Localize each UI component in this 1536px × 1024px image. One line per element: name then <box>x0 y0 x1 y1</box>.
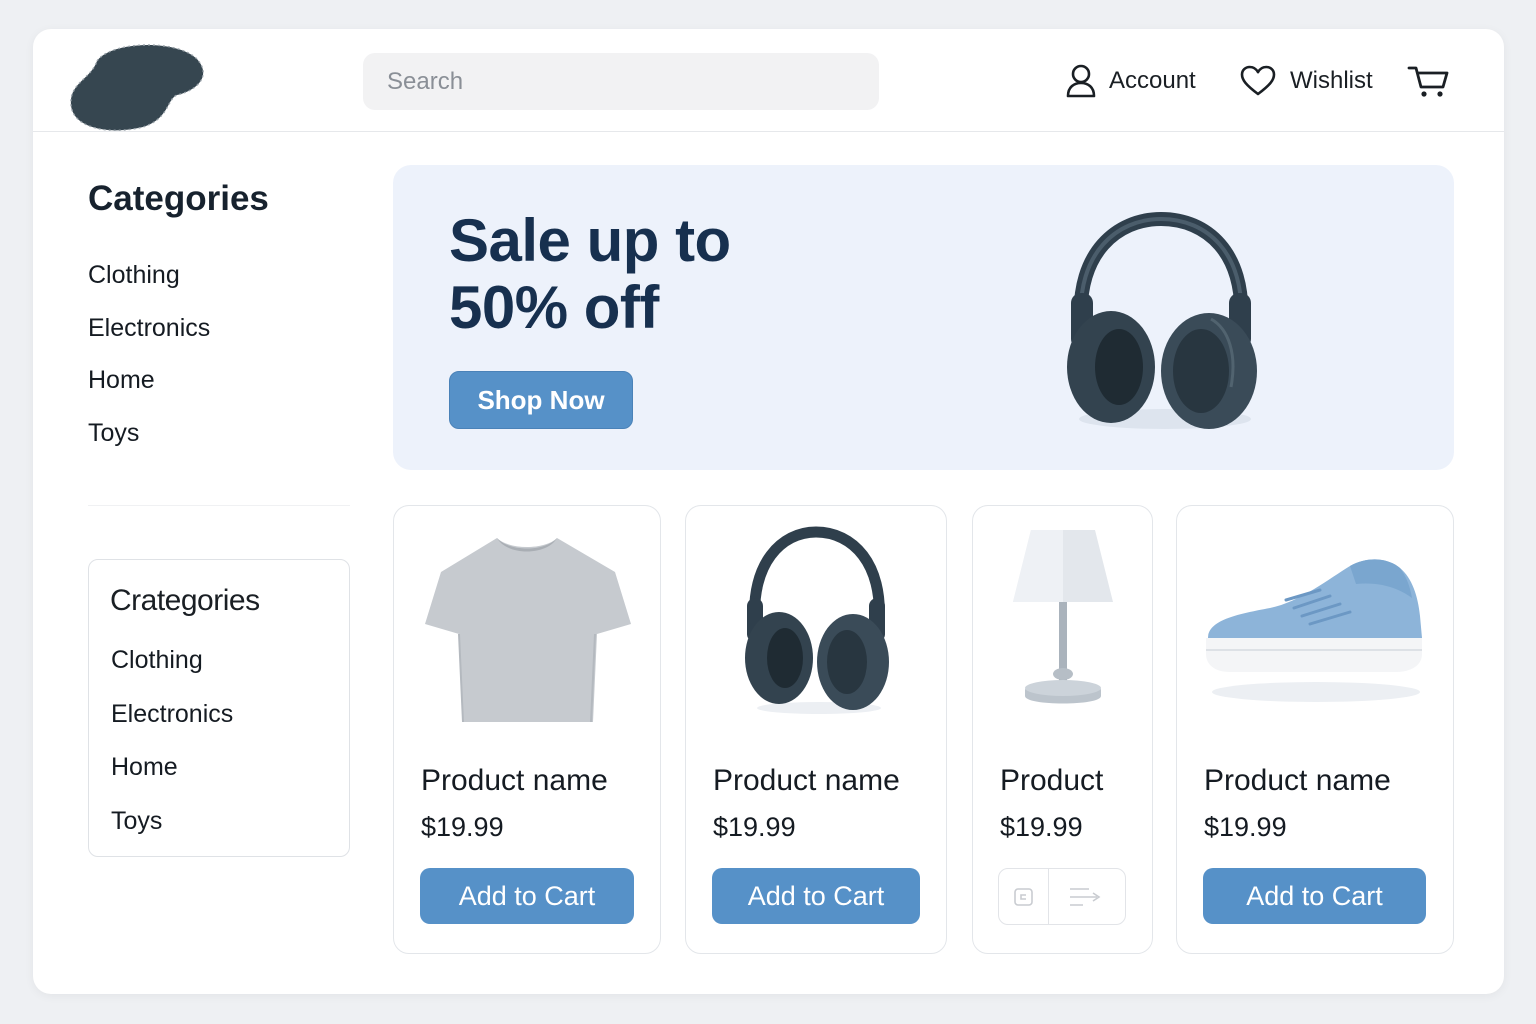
cart-icon <box>1407 66 1449 97</box>
product-name[interactable]: Product name <box>421 764 608 798</box>
product-image <box>973 526 1152 736</box>
product-name[interactable]: Product name <box>713 764 900 798</box>
banner-title: Sale up to 50% off <box>449 207 869 341</box>
app-window: Account Wishlist Categories Clothing Ele… <box>33 29 1504 994</box>
add-to-cart-button[interactable]: Add to Cart <box>712 868 920 924</box>
product-price: $19.99 <box>1204 812 1287 842</box>
logo-icon[interactable] <box>67 39 207 131</box>
wishlist-link[interactable]: Wishlist <box>1240 61 1373 101</box>
user-icon <box>1066 64 1096 98</box>
account-link[interactable]: Account <box>1065 61 1196 101</box>
account-label: Account <box>1109 67 1196 94</box>
card-category-item-electronics[interactable]: Electronics <box>111 694 233 748</box>
product-price: $19.99 <box>421 812 504 842</box>
banner-title-line2: 50% off <box>449 274 659 341</box>
categories-card-heading: Crategories <box>110 584 260 617</box>
heart-icon <box>1240 65 1276 96</box>
search-input[interactable] <box>363 53 879 110</box>
product-name[interactable]: Product name <box>1204 764 1391 798</box>
shop-now-button[interactable]: Shop Now <box>449 371 633 429</box>
product-image <box>686 526 946 736</box>
card-category-item-home[interactable]: Home <box>111 747 233 801</box>
product-price: $19.99 <box>713 812 796 842</box>
headphones-icon <box>745 526 889 714</box>
product-price: $19.99 <box>1000 812 1083 842</box>
promo-banner: Sale up to 50% off Shop Now <box>393 165 1454 470</box>
sneaker-icon <box>1206 559 1422 702</box>
headphones-icon <box>1067 211 1257 429</box>
add-to-cart-button[interactable]: Add to Cart <box>1203 868 1426 924</box>
site-header: Account Wishlist <box>33 29 1504 132</box>
product-image <box>394 526 660 736</box>
tshirt-icon <box>425 538 631 723</box>
add-to-cart-button[interactable]: Add to Cart <box>420 868 634 924</box>
move-to-list-icon[interactable] <box>1049 869 1125 924</box>
cart-button[interactable] <box>1407 61 1451 101</box>
categories-heading: Categories <box>88 179 269 218</box>
lamp-icon <box>1012 530 1113 704</box>
product-card[interactable]: Product $19.99 <box>972 505 1153 954</box>
product-name[interactable]: Product <box>1000 764 1103 798</box>
banner-title-line1: Sale up to <box>449 207 731 274</box>
cart-control-placeholder[interactable] <box>998 868 1126 925</box>
product-image <box>1177 526 1453 736</box>
card-category-item-clothing[interactable]: Clothing <box>111 640 233 694</box>
category-item-toys[interactable]: Toys <box>88 413 210 466</box>
wishlist-label: Wishlist <box>1290 67 1373 94</box>
sidebar-divider <box>88 505 350 506</box>
category-item-clothing[interactable]: Clothing <box>88 255 210 308</box>
category-item-electronics[interactable]: Electronics <box>88 308 210 361</box>
card-category-item-toys[interactable]: Toys <box>111 801 233 855</box>
categories-card-list: Clothing Electronics Home Toys <box>111 640 233 854</box>
category-list: Clothing Electronics Home Toys <box>88 255 210 465</box>
product-card[interactable]: Product name $19.99 Add to Cart <box>685 505 947 954</box>
product-card[interactable]: Product name $19.99 Add to Cart <box>393 505 661 954</box>
product-card[interactable]: Product name $19.99 Add to Cart <box>1176 505 1454 954</box>
categories-card: Crategories Clothing Electronics Home To… <box>88 559 350 857</box>
category-item-home[interactable]: Home <box>88 360 210 413</box>
wallet-icon[interactable] <box>999 869 1049 924</box>
